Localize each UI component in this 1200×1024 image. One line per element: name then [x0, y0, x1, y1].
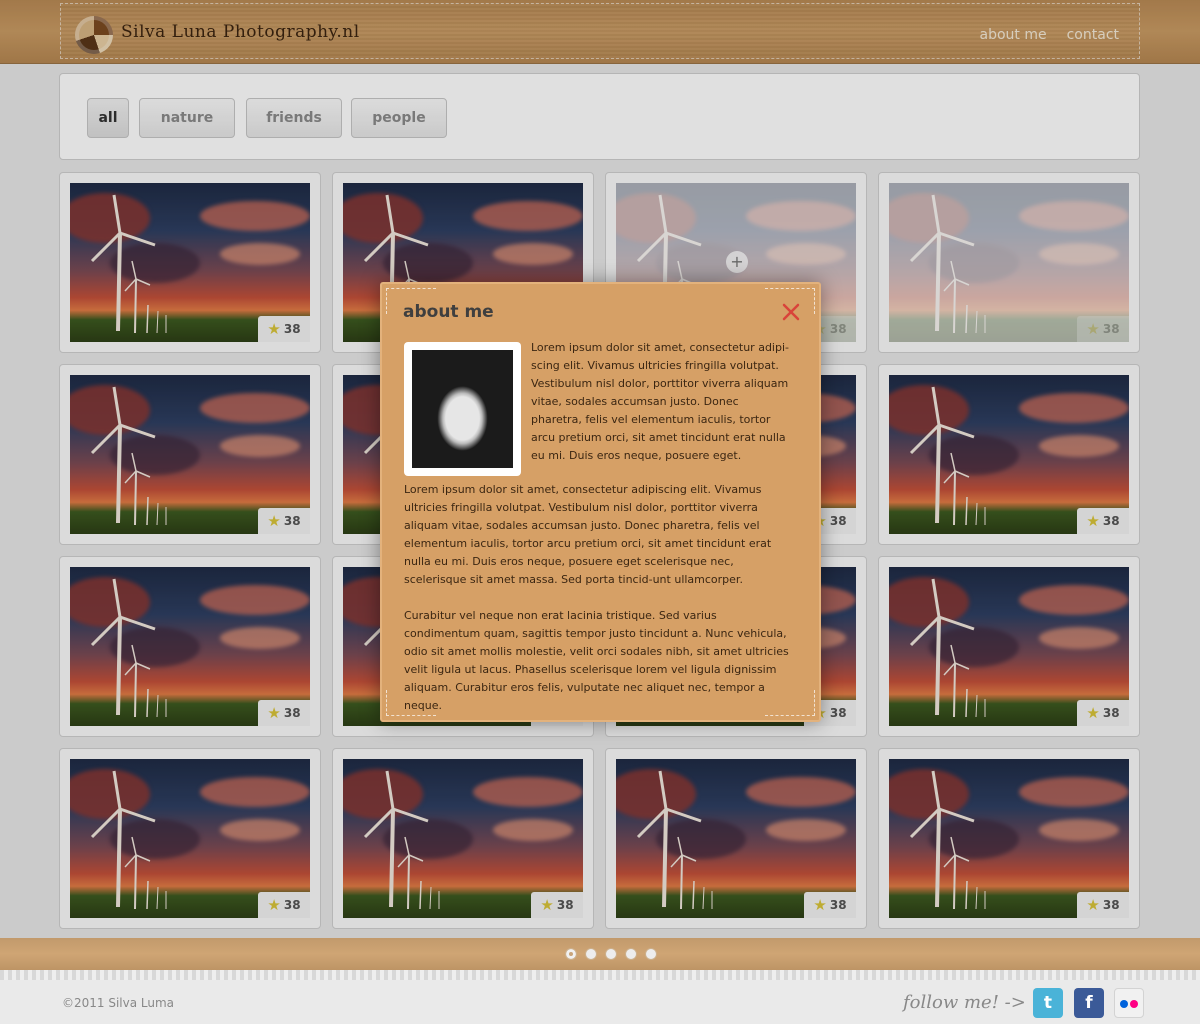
pagination-dot[interactable] — [565, 948, 577, 960]
about-paragraph-2: Lorem ipsum dolor sit amet, consectetur … — [404, 483, 772, 586]
pagination-dot[interactable] — [605, 948, 617, 960]
flickr-icon[interactable] — [1114, 988, 1144, 1018]
portrait-image — [412, 350, 513, 468]
follow-me-text: follow me! -> — [903, 992, 1026, 1013]
about-me-modal: about me Lorem ipsum dolor sit amet, con… — [380, 282, 821, 722]
portrait-photo — [404, 342, 521, 476]
close-icon[interactable] — [781, 302, 801, 322]
about-paragraph-3: Curabitur vel neque non erat lacinia tri… — [404, 609, 789, 712]
decorative-stripe — [0, 970, 1200, 980]
about-paragraph-1: Lorem ipsum dolor sit amet, consectetur … — [531, 341, 789, 462]
modal-title: about me — [403, 302, 494, 322]
pagination-dots — [565, 948, 657, 960]
site-footer: ©2011 Silva Luma follow me! -> t f — [0, 980, 1200, 1024]
copyright-text: ©2011 Silva Luma — [62, 996, 175, 1010]
pagination-dot[interactable] — [585, 948, 597, 960]
twitter-icon[interactable]: t — [1033, 988, 1063, 1018]
facebook-icon[interactable]: f — [1074, 988, 1104, 1018]
pagination-dot[interactable] — [645, 948, 657, 960]
pagination-dot[interactable] — [625, 948, 637, 960]
